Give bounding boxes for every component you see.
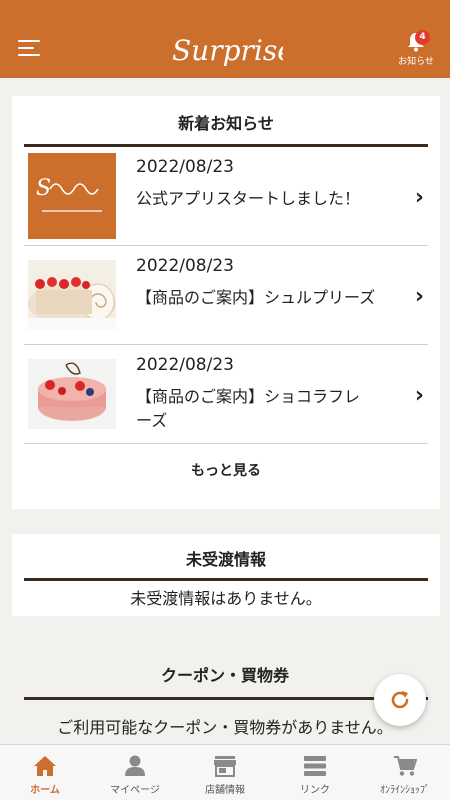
news-thumbnail: [28, 260, 116, 330]
news-item[interactable]: S 2022/08/23 公式アプリスタートしました！ ›: [24, 147, 428, 246]
chevron-right-icon: ›: [414, 383, 424, 408]
refresh-button[interactable]: [374, 674, 426, 726]
roll-cake-image: [28, 260, 116, 330]
pending-title: 未受渡情報: [185, 550, 266, 569]
tab-label: マイページ: [110, 785, 160, 796]
surprise-logo: Surprise: [172, 34, 283, 67]
news-date: 2022/08/23: [136, 157, 234, 177]
news-card: 新着お知らせ S 2022/08/23 公式アプリスタートしました！ › 202…: [12, 96, 440, 509]
notification-button[interactable]: 4 お知らせ: [396, 30, 436, 72]
person-icon: [125, 755, 145, 776]
tab-home[interactable]: ホーム: [0, 745, 90, 800]
tab-online-shop[interactable]: ｵﾝﾗｲﾝｼｮｯﾌﾟ: [360, 745, 450, 800]
tab-mypage[interactable]: マイページ: [90, 745, 180, 800]
tab-links[interactable]: リンク: [270, 745, 360, 800]
coupon-title-rule: [24, 697, 428, 700]
menu-icon[interactable]: [18, 40, 40, 58]
tab-label: リンク: [300, 785, 330, 796]
refresh-icon: [391, 691, 409, 709]
home-icon: [34, 756, 56, 776]
news-text: 【商品のご案内】シュルプリーズ: [136, 288, 376, 307]
bottom-tab-bar: ホーム マイページ 店舗情報 リンク ｵﾝﾗｲﾝｼｮｯﾌﾟ: [0, 744, 450, 800]
tab-store-info[interactable]: 店舗情報: [180, 745, 270, 800]
news-date: 2022/08/23: [136, 355, 234, 375]
news-item[interactable]: 2022/08/23 【商品のご案内】シュルプリーズ ›: [24, 246, 428, 345]
list-icon: [304, 756, 326, 776]
tab-label: ホーム: [30, 785, 60, 796]
tab-label: 店舗情報: [205, 785, 245, 796]
chevron-right-icon: ›: [414, 185, 424, 210]
chevron-right-icon: ›: [414, 284, 424, 309]
news-thumbnail: [28, 359, 116, 429]
svg-text:S: S: [36, 176, 51, 201]
news-text: 公式アプリスタートしました！: [136, 189, 361, 208]
notification-badge: 4: [415, 30, 430, 45]
news-date: 2022/08/23: [136, 256, 234, 276]
pending-message: 未受渡情報はありません。: [130, 589, 322, 608]
svg-text:Surprise: Surprise: [172, 34, 283, 67]
store-icon: [214, 756, 236, 777]
app-header: Surprise 4 お知らせ: [0, 0, 450, 78]
pending-card: 未受渡情報 未受渡情報はありません。: [12, 534, 440, 616]
news-text: 【商品のご案内】ショコラフレーズ: [136, 387, 361, 430]
news-item[interactable]: 2022/08/23 【商品のご案内】ショコラフレーズ ›: [24, 345, 428, 444]
more-link[interactable]: もっと見る: [12, 460, 440, 480]
surprise-logo-thumbnail: S: [28, 153, 116, 239]
news-title: 新着お知らせ: [178, 114, 274, 133]
notification-label: お知らせ: [398, 57, 434, 67]
tab-label: ｵﾝﾗｲﾝｼｮｯﾌﾟ: [380, 785, 430, 796]
strawberry-cake-image: [28, 359, 116, 429]
news-thumbnail: S: [28, 153, 116, 239]
cart-icon: [394, 756, 417, 776]
